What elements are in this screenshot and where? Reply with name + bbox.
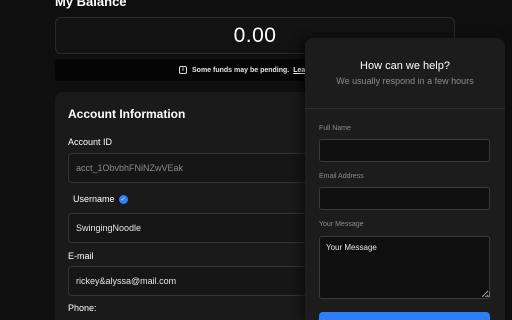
pending-notice-text: Some funds may be pending. bbox=[192, 66, 290, 74]
email-value: rickey&alyssa@mail.com bbox=[76, 276, 177, 286]
phone-label: Phone: bbox=[68, 303, 97, 313]
email-label: E-mail bbox=[68, 251, 94, 261]
email-address-input[interactable] bbox=[319, 187, 490, 210]
help-widget: How can we help? We usually respond in a… bbox=[305, 38, 505, 320]
username-value: SwingingNoodle bbox=[76, 223, 142, 233]
balance-title: My Balance bbox=[55, 0, 127, 9]
account-id-value: acct_1ObvbhFNiNZwVEak bbox=[76, 163, 184, 173]
message-textarea[interactable] bbox=[319, 236, 490, 299]
balance-amount: 0.00 bbox=[233, 23, 277, 47]
help-widget-header: How can we help? We usually respond in a… bbox=[305, 38, 505, 109]
message-label: Your Message bbox=[319, 221, 364, 228]
info-icon: i bbox=[179, 66, 187, 74]
section-title: Account Information bbox=[68, 107, 186, 121]
help-title: How can we help? bbox=[360, 60, 450, 72]
help-subtitle: We usually respond in a few hours bbox=[336, 76, 474, 86]
full-name-input[interactable] bbox=[319, 139, 490, 162]
verified-badge-icon: ✓ bbox=[118, 195, 128, 205]
account-id-label: Account ID bbox=[68, 137, 113, 147]
username-label-row: Username ✓ bbox=[73, 194, 128, 205]
username-label: Username bbox=[73, 194, 115, 204]
full-name-label: Full Name bbox=[319, 125, 351, 132]
email-address-label: Email Address bbox=[319, 173, 364, 180]
submit-button[interactable] bbox=[319, 312, 490, 320]
